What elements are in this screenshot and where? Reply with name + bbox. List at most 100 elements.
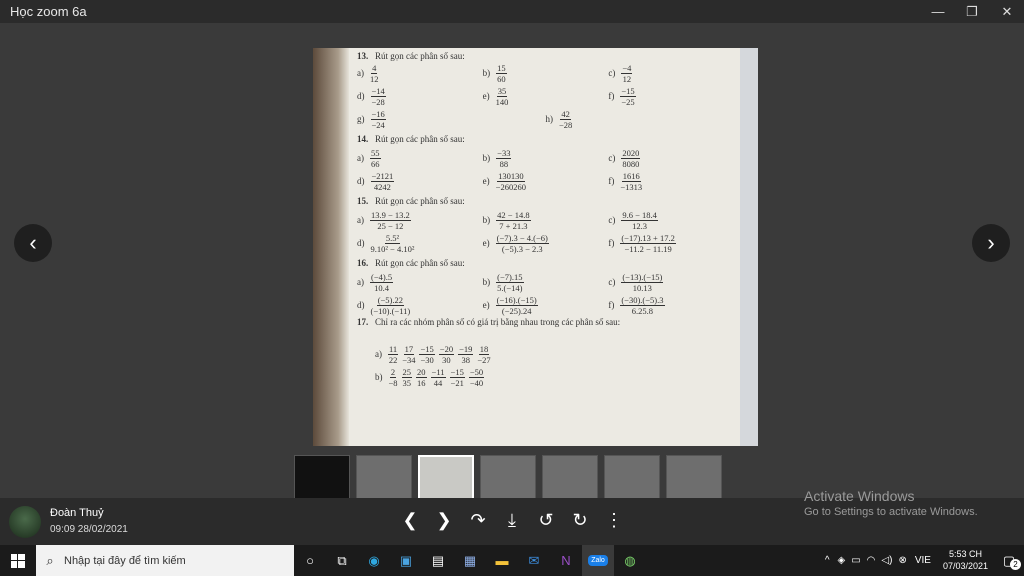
numerator: (−17).13 + 17.2	[620, 232, 676, 244]
task-view-icon[interactable]: ⧉	[326, 545, 358, 576]
notification-button[interactable]: ▢ 2	[994, 553, 1024, 570]
fraction: −20 30	[438, 344, 455, 365]
numerator: 35	[496, 85, 508, 97]
denominator: −28	[371, 97, 385, 107]
chevron-left-icon: ‹	[29, 230, 37, 255]
download-icon[interactable]: ⤓	[500, 508, 524, 532]
fraction: 17 −34	[402, 344, 415, 365]
numerator: −15	[419, 343, 435, 355]
numerator: 5.5²	[384, 232, 401, 244]
calculator-icon[interactable]: ▦	[454, 545, 486, 576]
fraction: (−7).3 − 4.(−6) (−5).3 − 2.3	[495, 233, 549, 254]
file-explorer-icon[interactable]: ▬	[486, 545, 518, 576]
windows-icon	[11, 553, 25, 568]
numerator: −4	[621, 62, 633, 74]
fraction: (−13).(−15) 10.13	[621, 271, 664, 293]
denominator: 4242	[373, 182, 391, 192]
windows-taskbar: ⌕ Nhập tại đây để tìm kiếm ○ ⧉ ◉ ▣ ▤ ▦ ▬…	[0, 545, 1024, 576]
denominator: −260260	[495, 182, 526, 192]
ex14-title: Rút gọn các phân số sau:	[375, 133, 465, 144]
activate-windows-watermark: Activate Windows Go to Settings to activ…	[804, 488, 978, 518]
ex17-title: Chỉ ra các nhóm phân số có giá trị bằng …	[375, 317, 621, 327]
numerator: −19	[458, 343, 474, 355]
item-label: a)	[357, 68, 364, 79]
next-image-button[interactable]: ›	[972, 224, 1010, 262]
numerator: −50	[468, 366, 485, 378]
numerator: (−13).(−15)	[621, 271, 664, 283]
numerator: 2020	[621, 147, 641, 159]
denominator: −1313	[620, 182, 643, 192]
worksheet-photo: 13. Rút gọn các phân số sau: a) 4 12 b) 15 60 c…	[313, 48, 758, 446]
prev-tool[interactable]: ❮	[398, 508, 422, 532]
zalo-icon[interactable]: Zalo	[582, 545, 614, 576]
app-icon[interactable]: ◍	[614, 545, 646, 576]
denominator: −28	[559, 120, 573, 130]
activate-title: Activate Windows	[804, 488, 915, 504]
search-placeholder: Nhập tại đây để tìm kiếm	[64, 554, 186, 567]
denominator: 22	[388, 355, 398, 365]
denominator: 10.4	[374, 283, 389, 293]
onenote-icon[interactable]: N	[550, 545, 582, 576]
fraction: 55 66	[370, 148, 381, 169]
store-icon[interactable]: ▤	[422, 545, 454, 576]
numerator: −15	[620, 85, 636, 97]
denominator: −25	[621, 97, 635, 107]
share-icon[interactable]: ↷	[466, 508, 490, 532]
ex15-title: Rút gọn các phân số sau:	[375, 195, 465, 206]
item-label: e)	[482, 300, 490, 311]
fraction: 13.9 − 13.2 25 − 12	[370, 210, 411, 231]
network-icon[interactable]: ◈	[838, 555, 846, 566]
close-circle-icon[interactable]: ⊗	[898, 555, 906, 566]
volume-icon[interactable]: ◁)	[881, 555, 892, 566]
fraction: (−30).(−5).3 6.25.8	[620, 295, 665, 316]
ex13-row-3: g) −16 −24 h) 42 −28	[357, 108, 734, 131]
fraction: 11 22	[388, 344, 399, 365]
close-button[interactable]: ✕	[990, 0, 1024, 23]
cortana-icon[interactable]: ○	[294, 545, 326, 576]
sent-timestamp: 09:09 28/02/2021	[50, 524, 128, 535]
taskbar-search-box[interactable]: ⌕ Nhập tại đây để tìm kiếm	[36, 545, 294, 576]
clock[interactable]: 5:53 CH 07/03/2021	[943, 549, 988, 572]
denominator: 25 − 12	[377, 221, 404, 231]
maximize-button[interactable]: ❐	[955, 0, 989, 23]
edge-icon[interactable]: ◉	[358, 545, 390, 576]
fraction: 4 12	[370, 63, 379, 84]
denominator: 140	[495, 97, 509, 107]
numerator: −14	[370, 85, 386, 97]
numerator: 9.6 − 18.4	[621, 209, 658, 221]
battery-icon[interactable]: ▭	[851, 555, 860, 566]
exercise-item: f) 1616 −1313	[608, 171, 734, 192]
denominator: −27	[477, 355, 491, 365]
item-label: d)	[357, 91, 365, 102]
item-label: a)	[357, 153, 364, 164]
minimize-button[interactable]: —	[921, 0, 955, 23]
previous-image-button[interactable]: ‹	[14, 224, 52, 262]
numerator: −11	[430, 366, 446, 378]
numerator: −16	[370, 108, 386, 120]
ex14-row-2: d) −2121 4242 e) 130130 −260260 f) 1616 −1313	[357, 170, 734, 193]
language-indicator[interactable]: VIE	[915, 555, 931, 566]
denominator: −34	[402, 355, 416, 365]
mail-icon[interactable]: ✉	[518, 545, 550, 576]
fraction: (−4).5 10.4	[370, 272, 394, 293]
next-tool[interactable]: ❯	[432, 508, 456, 532]
rotate-left-icon[interactable]: ↺	[534, 508, 558, 532]
wifi-icon[interactable]: ◠	[867, 555, 876, 566]
denominator: 7 + 21.3	[499, 221, 528, 231]
fraction: 2020 8080	[621, 147, 641, 169]
denominator: 12	[622, 74, 632, 84]
start-button[interactable]	[0, 545, 36, 576]
exercise-item: d) 5.5² 9.10² − 4.10²	[357, 233, 483, 254]
chevron-up-icon[interactable]: ^	[825, 555, 830, 566]
denominator: −40	[469, 378, 484, 388]
exercise-item: b) 15 60	[483, 63, 609, 84]
photos-icon[interactable]: ▣	[390, 545, 422, 576]
exercise-item: a) (−4).5 10.4	[357, 272, 483, 293]
rotate-right-icon[interactable]: ↻	[568, 508, 592, 532]
more-icon[interactable]: ⋮	[602, 508, 626, 532]
exercise-item: f) (−30).(−5).3 6.25.8	[608, 295, 734, 316]
ex13-row-1: a) 4 12 b) 15 60 c) −4 12	[357, 62, 734, 85]
item-label: c)	[608, 68, 616, 79]
fraction: 42 −28	[559, 109, 572, 130]
fraction: 18 −27	[477, 344, 490, 365]
